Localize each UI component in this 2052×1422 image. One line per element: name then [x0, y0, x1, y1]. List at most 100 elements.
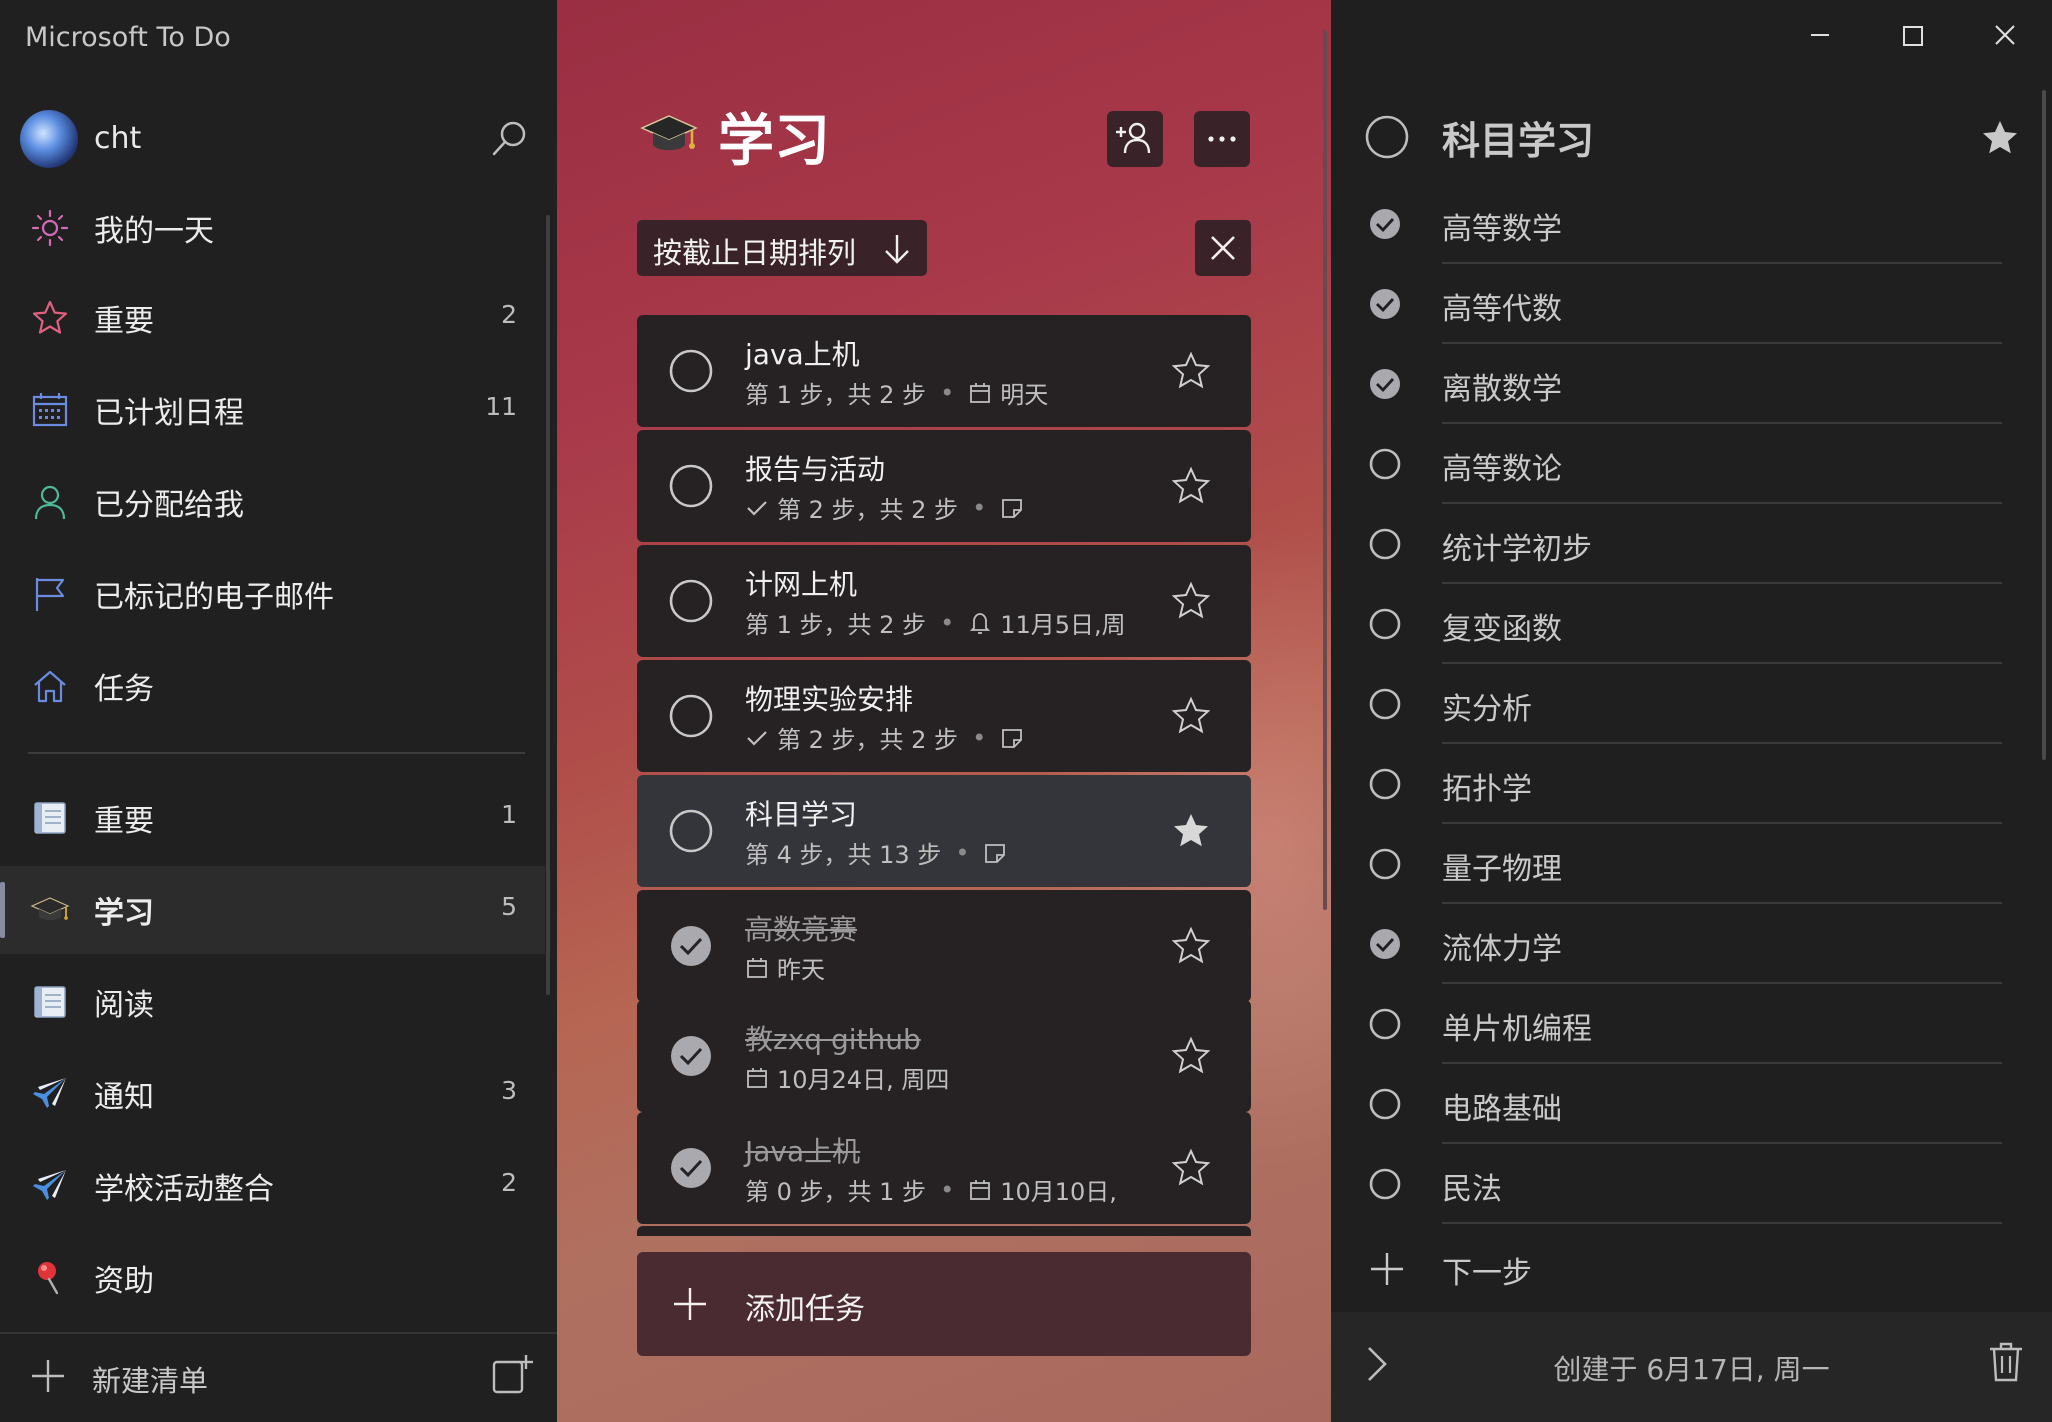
detail-task-title[interactable]: 科目学习 [1442, 110, 1594, 165]
task-checkbox[interactable] [668, 1033, 714, 1079]
task-item[interactable]: 物理实验安排第 2 步，共 2 步 • [637, 660, 1251, 772]
task-checkbox[interactable] [668, 808, 714, 854]
step-checkbox[interactable] [1368, 447, 1402, 481]
task-item[interactable]: 教zxq github 10月24日, 周四 [637, 1000, 1251, 1112]
step-checkbox[interactable] [1368, 287, 1402, 321]
more-options-button[interactable] [1194, 111, 1250, 167]
step-label[interactable]: 流体力学 [1442, 924, 1562, 968]
task-checkbox[interactable] [668, 693, 714, 739]
sidebar-item-planned[interactable]: 已计划日程 11 [0, 366, 545, 454]
step-checkbox[interactable] [1368, 367, 1402, 401]
avatar[interactable] [20, 110, 78, 168]
step-checkbox[interactable] [1368, 607, 1402, 641]
arrow-down-icon[interactable] [881, 232, 913, 266]
sidebar-item-my-day[interactable]: 我的一天 [0, 184, 545, 272]
step-item[interactable]: 高等代数 [1331, 264, 2011, 344]
step-label[interactable]: 高等代数 [1442, 284, 1562, 328]
task-item[interactable]: 科目学习第 4 步，共 13 步 • [637, 775, 1251, 887]
step-checkbox[interactable] [1368, 1167, 1402, 1201]
step-item[interactable]: 单片机编程 [1331, 984, 2011, 1064]
star-filled-icon[interactable] [1980, 118, 2020, 158]
sidebar-item-assigned[interactable]: 已分配给我 [0, 458, 545, 546]
step-item[interactable]: 离散数学 [1331, 344, 2011, 424]
step-label[interactable]: 电路基础 [1442, 1084, 1562, 1128]
task-checkbox[interactable] [668, 463, 714, 509]
step-item[interactable]: 量子物理 [1331, 824, 2011, 904]
close-window-icon[interactable] [1975, 10, 2035, 60]
task-item[interactable]: java上机第 1 步，共 2 步 • 明天 [637, 315, 1251, 427]
star-outline-icon[interactable] [1171, 926, 1211, 966]
step-checkbox[interactable] [1368, 927, 1402, 961]
sidebar-item-list-notices[interactable]: 通知 3 [0, 1050, 545, 1138]
sidebar-item-list-funding[interactable]: 资助 [0, 1234, 545, 1322]
star-outline-icon[interactable] [1171, 696, 1211, 736]
add-step-input[interactable]: 下一步 [1442, 1248, 1532, 1292]
task-checkbox[interactable] [668, 348, 714, 394]
step-label[interactable]: 复变函数 [1442, 604, 1562, 648]
sidebar-scrollbar[interactable] [546, 215, 550, 995]
sidebar-item-list-school-activities[interactable]: 学校活动整合 2 [0, 1142, 545, 1230]
task-checkbox[interactable] [668, 923, 714, 969]
star-outline-icon[interactable] [1171, 351, 1211, 391]
sidebar-item-list-study[interactable]: 学习 5 [0, 866, 545, 954]
task-item[interactable]: 报告与活动第 2 步，共 2 步 • [637, 430, 1251, 542]
step-checkbox[interactable] [1368, 847, 1402, 881]
maximize-icon[interactable] [1883, 10, 1943, 60]
step-label[interactable]: 离散数学 [1442, 364, 1562, 408]
step-checkbox[interactable] [1368, 527, 1402, 561]
new-group-icon[interactable] [490, 1352, 536, 1398]
star-filled-icon[interactable] [1171, 811, 1211, 851]
step-checkbox[interactable] [1368, 1087, 1402, 1121]
plus-icon[interactable] [1368, 1250, 1406, 1288]
step-checkbox[interactable] [1368, 207, 1402, 241]
star-outline-icon[interactable] [1171, 581, 1211, 621]
step-item[interactable]: 实分析 [1331, 664, 2011, 744]
sort-indicator[interactable]: 按截止日期排列 [637, 220, 927, 276]
step-label[interactable]: 实分析 [1442, 684, 1532, 728]
user-name[interactable]: cht [94, 121, 141, 156]
sidebar-item-flagged-email[interactable]: 已标记的电子邮件 [0, 550, 545, 638]
step-item[interactable]: 拓扑学 [1331, 744, 2011, 824]
star-outline-icon[interactable] [1171, 466, 1211, 506]
plus-icon[interactable] [28, 1356, 68, 1396]
step-label[interactable]: 高等数论 [1442, 444, 1562, 488]
task-item[interactable]: 高数竞赛 昨天 [637, 890, 1251, 1002]
clear-sort-button[interactable] [1195, 220, 1251, 276]
search-icon[interactable] [488, 118, 530, 160]
step-label[interactable]: 量子物理 [1442, 844, 1562, 888]
task-checkbox[interactable] [668, 1145, 714, 1191]
step-checkbox[interactable] [1368, 767, 1402, 801]
step-label[interactable]: 高等数学 [1442, 204, 1562, 248]
trash-icon[interactable] [1986, 1340, 2026, 1384]
sidebar-item-list-reading[interactable]: 阅读 [0, 958, 545, 1046]
list-title[interactable]: 学习 [718, 96, 830, 177]
step-item[interactable]: 高等数论 [1331, 424, 2011, 504]
task-complete-checkbox[interactable] [1364, 114, 1410, 160]
step-label[interactable]: 单片机编程 [1442, 1004, 1592, 1048]
step-checkbox[interactable] [1368, 687, 1402, 721]
step-item[interactable]: 电路基础 [1331, 1064, 2011, 1144]
step-item[interactable]: 高等数学 [1331, 184, 2011, 264]
sidebar-item-list-important[interactable]: 重要 1 [0, 774, 545, 862]
step-item[interactable]: 流体力学 [1331, 904, 2011, 984]
step-label[interactable]: 统计学初步 [1442, 524, 1592, 568]
task-checkbox[interactable] [668, 578, 714, 624]
step-label[interactable]: 拓扑学 [1442, 764, 1532, 808]
step-item[interactable]: 民法 [1331, 1144, 2011, 1224]
star-outline-icon[interactable] [1171, 1036, 1211, 1076]
minimize-icon[interactable] [1790, 10, 1850, 60]
task-list-scrollbar[interactable] [1323, 30, 1327, 910]
step-item[interactable]: 统计学初步 [1331, 504, 2011, 584]
step-checkbox[interactable] [1368, 1007, 1402, 1041]
step-label[interactable]: 民法 [1442, 1164, 1502, 1208]
task-item[interactable]: 计网上机第 1 步，共 2 步 • 11月5日,周 [637, 545, 1251, 657]
share-list-button[interactable] [1107, 111, 1163, 167]
step-item[interactable]: 复变函数 [1331, 584, 2011, 664]
sidebar-item-important[interactable]: 重要 2 [0, 274, 545, 362]
task-item[interactable]: Java上机第 0 步，共 1 步 • 10月10日, [637, 1112, 1251, 1224]
add-task-button[interactable]: 添加任务 [637, 1252, 1251, 1356]
new-list-button[interactable]: 新建清单 [92, 1358, 208, 1400]
detail-scrollbar[interactable] [2042, 90, 2046, 760]
sidebar-item-tasks[interactable]: 任务 [0, 642, 545, 730]
star-outline-icon[interactable] [1171, 1148, 1211, 1188]
